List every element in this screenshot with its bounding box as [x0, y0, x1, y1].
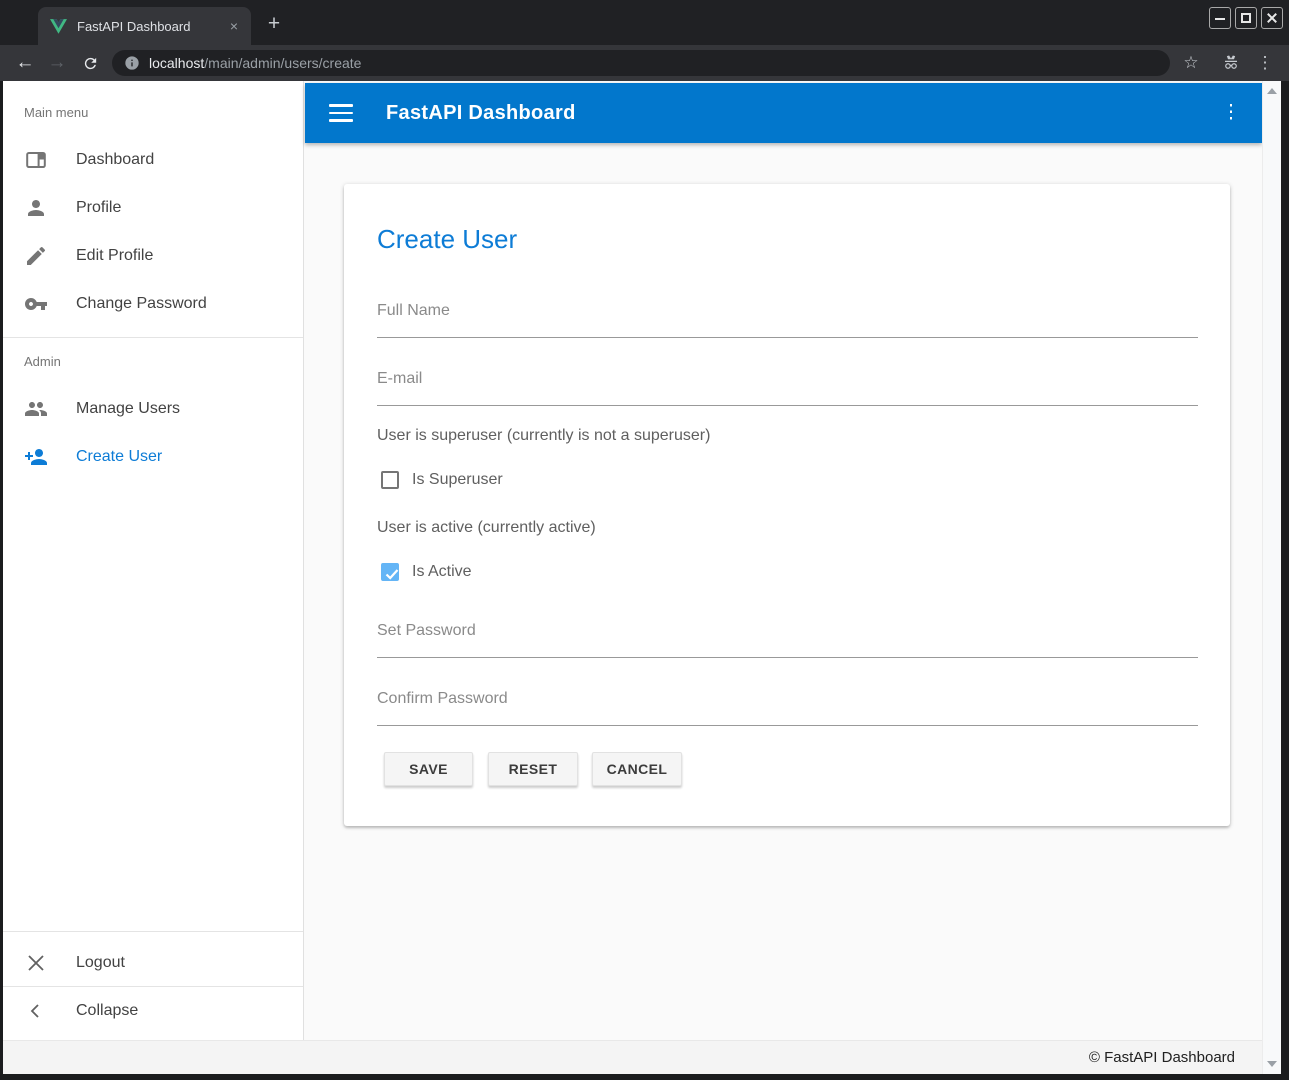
email-underline — [377, 405, 1198, 406]
forward-button[interactable]: → — [43, 49, 71, 77]
cancel-button[interactable]: CANCEL — [592, 752, 682, 786]
person-add-icon — [24, 445, 48, 469]
app-toolbar: FastAPI Dashboard ⋮ — [305, 83, 1262, 143]
url-host: localhost — [149, 55, 204, 71]
sidebar: Main menu Dashboard Profile — [3, 81, 304, 1040]
checkbox-checked-icon — [381, 563, 399, 581]
app-footer: © FastAPI Dashboard — [3, 1040, 1262, 1074]
browser-tab[interactable]: FastAPI Dashboard × — [38, 7, 251, 45]
reload-button[interactable] — [76, 49, 104, 77]
hamburger-menu-icon[interactable] — [329, 102, 353, 124]
page-scrollbar[interactable] — [1262, 81, 1281, 1074]
active-hint: User is active (currently active) — [377, 519, 596, 537]
key-icon — [24, 292, 48, 316]
sidebar-item-create-user[interactable]: Create User — [3, 433, 303, 481]
save-button[interactable]: SAVE — [384, 752, 473, 786]
sidebar-divider — [3, 337, 303, 338]
new-tab-button[interactable]: + — [260, 11, 288, 39]
scroll-up-icon[interactable] — [1267, 88, 1277, 94]
sidebar-item-manage-users[interactable]: Manage Users — [3, 385, 303, 433]
checkbox-unchecked-icon — [381, 471, 399, 489]
app-viewport: Main menu Dashboard Profile — [3, 81, 1281, 1074]
sidebar-item-dashboard[interactable]: Dashboard — [3, 136, 303, 184]
url-path: /main/admin/users/create — [204, 55, 361, 71]
app-menu-kebab-icon[interactable]: ⋮ — [1218, 100, 1244, 126]
tab-title: FastAPI Dashboard — [77, 19, 225, 34]
browser-menu-kebab-icon[interactable]: ⋮ — [1251, 49, 1279, 77]
site-info-icon[interactable] — [124, 55, 140, 71]
sidebar-item-logout[interactable]: Logout — [3, 939, 303, 987]
minimize-button[interactable] — [1209, 7, 1231, 29]
email-field[interactable] — [377, 365, 1198, 393]
sidebar-section-admin: Admin — [24, 354, 61, 369]
maximize-button[interactable] — [1235, 7, 1257, 29]
pencil-icon — [24, 244, 48, 268]
create-user-card: Create User User is superuser (currently… — [344, 184, 1230, 826]
close-icon — [24, 951, 48, 975]
browser-titlebar: FastAPI Dashboard × + — [0, 0, 1289, 45]
is-active-checkbox[interactable]: Is Active — [381, 563, 472, 581]
chevron-left-icon — [24, 999, 48, 1023]
incognito-icon[interactable] — [1217, 49, 1245, 77]
reset-button[interactable]: RESET — [488, 752, 578, 786]
window-close-button[interactable] — [1261, 7, 1283, 29]
reload-icon — [82, 55, 99, 72]
window-controls — [1209, 7, 1283, 29]
main-content: FastAPI Dashboard ⋮ Create User User is … — [305, 81, 1262, 1040]
tab-close-icon[interactable]: × — [225, 17, 243, 35]
sidebar-section-main-menu: Main menu — [24, 105, 88, 120]
url-text: localhost/main/admin/users/create — [149, 55, 361, 71]
full-name-underline — [377, 337, 1198, 338]
page-title: Create User — [377, 224, 517, 255]
bookmark-star-icon[interactable]: ☆ — [1177, 49, 1205, 77]
set-password-underline — [377, 657, 1198, 658]
full-name-field[interactable] — [377, 297, 1198, 325]
url-bar[interactable]: localhost/main/admin/users/create — [112, 50, 1170, 76]
is-superuser-checkbox[interactable]: Is Superuser — [381, 471, 503, 489]
vue-logo-icon — [50, 19, 67, 34]
app-title: FastAPI Dashboard — [386, 102, 576, 125]
person-icon — [24, 196, 48, 220]
sidebar-item-collapse[interactable]: Collapse — [3, 987, 303, 1035]
scroll-down-icon[interactable] — [1267, 1061, 1277, 1067]
confirm-password-field[interactable] — [377, 685, 1198, 713]
back-button[interactable]: ← — [11, 49, 39, 77]
people-icon — [24, 397, 48, 421]
browser-toolbar: ← → localhost/main/admin/users/create ☆ … — [0, 45, 1289, 81]
set-password-field[interactable] — [377, 617, 1198, 645]
sidebar-divider — [3, 931, 303, 932]
confirm-password-underline — [377, 725, 1198, 726]
copyright-text: © FastAPI Dashboard — [1089, 1049, 1235, 1066]
dashboard-icon — [24, 148, 48, 172]
sidebar-item-profile[interactable]: Profile — [3, 184, 303, 232]
superuser-hint: User is superuser (currently is not a su… — [377, 427, 710, 445]
sidebar-item-change-password[interactable]: Change Password — [3, 280, 303, 328]
sidebar-item-edit-profile[interactable]: Edit Profile — [3, 232, 303, 280]
